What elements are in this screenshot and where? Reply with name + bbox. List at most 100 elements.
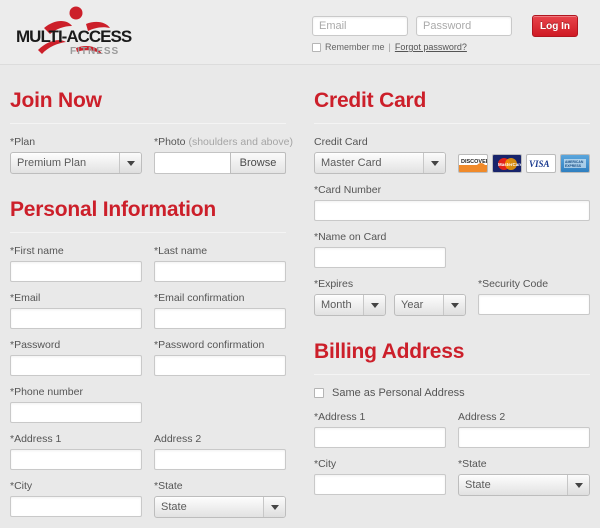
last-name-label: *Last name (154, 245, 208, 257)
login-email-input[interactable] (312, 16, 408, 36)
name-on-card-label: *Name on Card (314, 231, 387, 243)
photo-file-input[interactable] (154, 152, 230, 174)
photo-hint: (shoulders and above) (188, 136, 293, 148)
visa-card-icon: VISA (526, 154, 556, 173)
photo-field: *Photo (shoulders and above) Browse (154, 136, 293, 174)
same-as-personal-address-row[interactable]: Same as Personal Address (314, 387, 590, 399)
personal-information-divider (10, 232, 286, 233)
login-links-separator: | (388, 42, 391, 52)
address1-label: *Address 1 (10, 433, 62, 445)
address1-input[interactable] (10, 449, 142, 470)
billing-address2-label: Address 2 (458, 411, 506, 423)
accepted-card-logos: DISCOVER MasterCard VISA AMERICAN EXPRES… (458, 136, 590, 174)
card-type-select[interactable]: Master Card (314, 152, 446, 174)
chevron-down-icon (263, 497, 285, 517)
email-confirmation-input[interactable] (154, 308, 286, 329)
security-code-field: *Security Code (478, 278, 590, 316)
plan-photo-row: *Plan Premium Plan *Photo (shoulders and… (10, 136, 293, 174)
site-header: MULTI-ACCESS FITNESS Log In Remember me … (0, 0, 600, 65)
join-now-divider (10, 123, 286, 124)
address2-input[interactable] (154, 449, 286, 470)
card-type-row: Credit Card Master Card DISCOVER MasterC… (314, 136, 590, 174)
svg-text:EXPRESS: EXPRESS (565, 164, 582, 168)
left-column: Join Now *Plan Premium Plan *Photo (shou… (10, 65, 293, 528)
expires-field: *Expires Month Year (314, 278, 466, 316)
security-code-input[interactable] (478, 294, 590, 315)
chevron-down-icon (363, 295, 385, 315)
remember-me-label: Remember me (325, 42, 385, 52)
log-in-button[interactable]: Log In (532, 15, 578, 37)
photo-file-input-group[interactable]: Browse (154, 152, 286, 174)
phone-number-input[interactable] (10, 402, 142, 423)
photo-label: *Photo (shoulders and above) (154, 136, 293, 148)
login-form: Log In Remember me | Forgot password? (312, 15, 578, 52)
expires-label: *Expires (314, 278, 354, 290)
password-input[interactable] (10, 355, 142, 376)
city-field: *City (10, 480, 142, 518)
email-field: *Email (10, 292, 142, 329)
billing-address2-input[interactable] (458, 427, 590, 448)
security-code-label: *Security Code (478, 278, 549, 290)
first-name-input[interactable] (10, 261, 142, 282)
phone-number-label: *Phone number (10, 386, 83, 398)
name-on-card-field: *Name on Card (314, 231, 446, 268)
card-number-row: *Card Number (314, 184, 590, 221)
billing-city-field: *City (314, 458, 446, 496)
state-select[interactable]: State (154, 496, 286, 518)
billing-city-label: *City (314, 458, 337, 470)
state-select-value: State (161, 501, 187, 513)
billing-address-heading: Billing Address (314, 340, 465, 363)
billing-city-state-row: *City *State State (314, 458, 590, 496)
expiry-month-select[interactable]: Month (314, 294, 386, 316)
billing-state-label: *State (458, 458, 487, 470)
same-as-personal-address-checkbox[interactable] (314, 388, 324, 398)
phone-row: *Phone number (10, 386, 286, 423)
name-on-card-input[interactable] (314, 247, 446, 268)
email-label: *Email (10, 292, 41, 304)
remember-me-checkbox[interactable] (312, 42, 321, 52)
billing-address1-input[interactable] (314, 427, 446, 448)
billing-city-input[interactable] (314, 474, 446, 495)
mastercard-card-icon: MasterCard (492, 154, 523, 173)
first-name-field: *First name (10, 245, 142, 282)
name-row: *First name *Last name (10, 245, 286, 282)
billing-state-select[interactable]: State (458, 474, 590, 496)
address1-field: *Address 1 (10, 433, 142, 470)
city-input[interactable] (10, 496, 142, 517)
login-password-input[interactable] (416, 16, 512, 36)
brand-logo[interactable]: MULTI-ACCESS FITNESS (14, 4, 132, 58)
first-name-label: *First name (10, 245, 64, 257)
password-confirmation-input[interactable] (154, 355, 286, 376)
last-name-input[interactable] (154, 261, 286, 282)
email-input[interactable] (10, 308, 142, 329)
plan-select-value: Premium Plan (17, 157, 87, 169)
billing-address2-field: Address 2 (458, 411, 590, 448)
chevron-down-icon (423, 153, 445, 173)
email-confirmation-label: *Email confirmation (154, 292, 245, 304)
card-number-input[interactable] (314, 200, 590, 221)
state-label: *State (154, 480, 183, 492)
card-type-field: Credit Card Master Card (314, 136, 446, 174)
chevron-down-icon (443, 295, 465, 315)
card-type-label: Credit Card (314, 136, 368, 148)
svg-text:VISA: VISA (529, 159, 550, 169)
plan-label: *Plan (10, 136, 36, 148)
forgot-password-link[interactable]: Forgot password? (395, 42, 467, 52)
password-confirmation-field: *Password confirmation (154, 339, 286, 376)
password-label: *Password (10, 339, 61, 351)
plan-select[interactable]: Premium Plan (10, 152, 142, 174)
join-now-heading: Join Now (10, 89, 102, 112)
expiry-year-select[interactable]: Year (394, 294, 466, 316)
browse-button[interactable]: Browse (230, 152, 286, 174)
american-express-card-icon: AMERICAN EXPRESS (560, 154, 590, 173)
city-state-row: *City *State State (10, 480, 286, 518)
discover-card-icon: DISCOVER (458, 154, 490, 173)
password-confirmation-label: *Password confirmation (154, 339, 265, 351)
email-confirmation-field: *Email confirmation (154, 292, 286, 329)
address-row: *Address 1 Address 2 (10, 433, 286, 470)
chevron-down-icon (567, 475, 589, 495)
card-type-select-value: Master Card (321, 157, 382, 169)
card-number-field: *Card Number (314, 184, 590, 221)
photo-label-text: *Photo (154, 136, 186, 148)
right-column: Credit Card Credit Card Master Card DISC… (314, 65, 590, 506)
